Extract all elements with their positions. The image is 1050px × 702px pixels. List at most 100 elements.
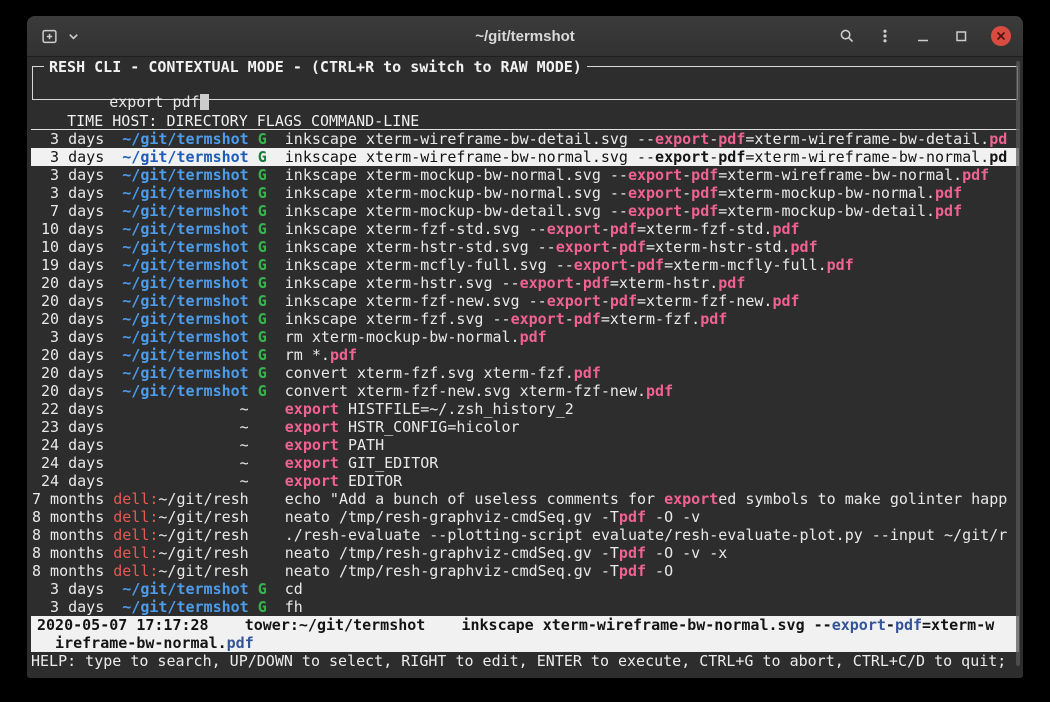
command-segment: pdf	[962, 166, 989, 184]
history-row[interactable]: 20 days~/git/termshotGinkscape xterm-hst…	[31, 274, 1019, 292]
search-panel-title: RESH CLI - CONTEXTUAL MODE - (CTRL+R to …	[44, 58, 587, 76]
command-segment: pd	[989, 130, 1007, 148]
history-row[interactable]: 7 monthsdell:~/git/reshecho "Add a bunch…	[31, 490, 1019, 508]
history-row[interactable]: 3 days~/git/termshotGinkscape xterm-wire…	[31, 130, 1019, 148]
new-tab-button[interactable]	[41, 28, 58, 45]
row-time: 22 days	[32, 400, 104, 418]
row-command: export EDITOR	[285, 472, 1019, 490]
history-row[interactable]: 10 days~/git/termshotGinkscape xterm-fzf…	[31, 220, 1019, 238]
row-directory: ~/git/termshot	[122, 364, 248, 382]
command-segment: inkscape xterm-mockup-bw-normal.svg --	[285, 184, 628, 202]
command-segment: inkscape xterm-mockup-bw-detail.svg --	[285, 202, 628, 220]
row-host: dell:~/git/resh	[113, 526, 248, 544]
command-segment: export	[285, 472, 339, 490]
command-segment: export	[574, 256, 628, 274]
row-host: ~/git/termshot	[113, 166, 248, 184]
command-segment: pdf	[935, 184, 962, 202]
row-host-prefix: dell:	[113, 544, 158, 562]
row-time: 20 days	[32, 310, 104, 328]
command-segment: -	[601, 220, 610, 238]
history-row[interactable]: 8 monthsdell:~/git/reshneato /tmp/resh-g…	[31, 544, 1019, 562]
status-segment: ireframe-bw-normal.	[37, 634, 227, 652]
row-command: export HSTR_CONFIG=hicolor	[285, 418, 1019, 436]
row-host: ~/git/termshot	[113, 310, 248, 328]
row-time: 8 months	[32, 526, 104, 544]
command-segment: pdf	[691, 202, 718, 220]
menu-button[interactable]	[877, 28, 893, 44]
command-segment: =xterm-fzf.	[601, 310, 700, 328]
history-row[interactable]: 24 days~export EDITOR	[31, 472, 1019, 490]
row-time: 8 months	[32, 562, 104, 580]
history-row[interactable]: 19 days~/git/termshotGinkscape xterm-mcf…	[31, 256, 1019, 274]
history-row[interactable]: 8 monthsdell:~/git/reshneato /tmp/resh-g…	[31, 508, 1019, 526]
row-directory: ~/git/termshot	[122, 202, 248, 220]
history-row[interactable]: 8 monthsdell:~/git/resh./resh-evaluate -…	[31, 526, 1019, 544]
history-row[interactable]: 24 days~export GIT_EDITOR	[31, 454, 1019, 472]
row-host: ~/git/termshot	[113, 364, 248, 382]
history-row[interactable]: 20 days~/git/termshotGconvert xterm-fzf-…	[31, 382, 1019, 400]
status-segment: pdf	[895, 616, 922, 634]
history-row[interactable]: 20 days~/git/termshotGinkscape xterm-fzf…	[31, 310, 1019, 328]
history-row[interactable]: 10 days~/git/termshotGinkscape xterm-hst…	[31, 238, 1019, 256]
row-directory: ~/git/termshot	[122, 328, 248, 346]
row-directory: ~/git/resh	[158, 526, 248, 544]
row-flags: G	[258, 148, 267, 166]
command-segment: EDITOR	[339, 472, 402, 490]
history-row[interactable]: 20 days~/git/termshotGrm *.pdf	[31, 346, 1019, 364]
command-segment: =xterm-wireframe-bw-normal.	[745, 148, 989, 166]
row-directory: ~/git/termshot	[122, 292, 248, 310]
search-input[interactable]: export pdf	[37, 75, 209, 129]
status-bar: 2020-05-07 17:17:28 tower:~/git/termshot…	[31, 616, 1019, 652]
history-row[interactable]: 3 days~/git/termshotGcd	[31, 580, 1019, 598]
row-directory: ~/git/termshot	[122, 220, 248, 238]
row-flags: G	[258, 130, 267, 148]
row-host: ~	[113, 454, 248, 472]
row-directory: ~/git/termshot	[122, 238, 248, 256]
row-directory: ~/git/resh	[158, 544, 248, 562]
row-command: inkscape xterm-mockup-bw-normal.svg --ex…	[285, 184, 1019, 202]
history-row[interactable]: 3 days~/git/termshotGrm xterm-mockup-bw-…	[31, 328, 1019, 346]
command-segment: -	[628, 256, 637, 274]
scrollbar-thumb[interactable]	[1016, 61, 1020, 666]
row-host-prefix: dell:	[113, 508, 158, 526]
command-segment: export	[285, 454, 339, 472]
history-row[interactable]: 3 days~/git/termshotGinkscape xterm-mock…	[31, 184, 1019, 202]
history-row[interactable]: 23 days~export HSTR_CONFIG=hicolor	[31, 418, 1019, 436]
row-command: neato /tmp/resh-graphviz-cmdSeq.gv -Tpdf…	[285, 508, 1019, 526]
row-command: inkscape xterm-wireframe-bw-normal.svg -…	[285, 148, 1019, 166]
command-segment: -	[682, 166, 691, 184]
history-row[interactable]: 8 months dell:~/git/resh neato /tmp/resh-g…	[31, 562, 1019, 580]
command-segment: pdf	[718, 148, 745, 166]
search-button[interactable]	[839, 28, 855, 44]
command-segment: pdf	[619, 508, 646, 526]
row-flags	[258, 490, 267, 508]
titlebar-right-group	[839, 26, 1023, 46]
command-segment: inkscape xterm-wireframe-bw-normal.svg -…	[285, 148, 655, 166]
row-flags: G	[258, 166, 267, 184]
history-row[interactable]: 7 days~/git/termshotGinkscape xterm-mock…	[31, 202, 1019, 220]
history-row[interactable]: 3 days~/git/termshotGinkscape xterm-mock…	[31, 166, 1019, 184]
row-directory: ~/git/resh	[158, 508, 248, 526]
history-row[interactable]: 20 days~/git/termshotGinkscape xterm-fzf…	[31, 292, 1019, 310]
tab-list-button[interactable]	[67, 30, 80, 43]
status-segment: export	[832, 616, 886, 634]
command-segment: pdf	[772, 292, 799, 310]
command-segment: export	[547, 292, 601, 310]
history-row[interactable]: 3 days~/git/termshotGinkscape xterm-wire…	[31, 148, 1019, 166]
command-segment: export	[628, 184, 682, 202]
history-row[interactable]: 22 days~export HISTFILE=~/.zsh_history_2	[31, 400, 1019, 418]
status-segment: pdf	[227, 634, 254, 652]
history-row[interactable]: 3 days~/git/termshotGfh	[31, 598, 1019, 616]
restore-button[interactable]	[953, 28, 969, 44]
kebab-menu-icon	[877, 28, 893, 44]
row-host: dell:~/git/resh	[113, 562, 248, 580]
command-segment: pdf	[691, 166, 718, 184]
command-segment: -	[565, 310, 574, 328]
row-time: 3 days	[32, 328, 104, 346]
command-segment: pdf	[791, 238, 818, 256]
history-row[interactable]: 20 days~/git/termshotGconvert xterm-fzf.…	[31, 364, 1019, 382]
close-button[interactable]	[991, 26, 1011, 46]
history-row[interactable]: 24 days~export PATH	[31, 436, 1019, 454]
minimize-button[interactable]	[915, 28, 931, 44]
row-command: neato /tmp/resh-graphviz-cmdSeq.gv -Tpdf…	[285, 562, 1019, 580]
